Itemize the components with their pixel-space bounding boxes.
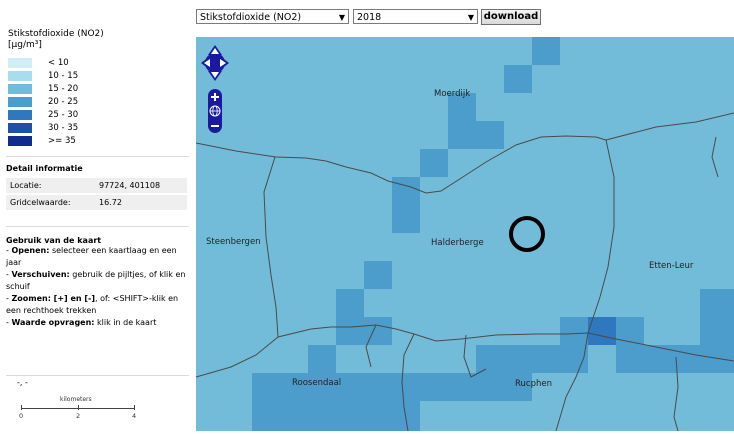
- selected-location-marker: [509, 216, 545, 252]
- minus-icon: [211, 125, 219, 127]
- grid-cell: [364, 261, 392, 289]
- grid-cell: [392, 373, 476, 401]
- legend-item: 30 - 35: [8, 123, 188, 133]
- legend-label: < 10: [48, 58, 69, 68]
- grid-cell: [308, 345, 336, 373]
- scale-tick: [134, 405, 135, 410]
- help-item: - Zoomen: [+] en [-], of: <SHIFT>-klik e…: [6, 294, 179, 315]
- place-etten-leur: Etten-Leur: [649, 261, 694, 271]
- scale-label-0: 0: [19, 412, 24, 420]
- chevron-down-icon: ▼: [467, 13, 474, 22]
- scale-caption: kilometers: [60, 396, 92, 403]
- zoom-out-button[interactable]: [211, 125, 219, 127]
- grid-cell: [336, 317, 392, 345]
- grid-cell: [420, 149, 448, 177]
- legend-swatch: [8, 123, 32, 133]
- legend-label: 10 - 15: [48, 71, 79, 81]
- divider: [6, 156, 189, 157]
- help-list: - Openen: selecteer een kaartlaag en een…: [6, 245, 189, 329]
- cursor-coordinates: -, -: [17, 378, 28, 387]
- chevron-down-icon: ▼: [338, 13, 345, 22]
- help-item: - Waarde opvragen: klik in de kaart: [6, 318, 157, 327]
- pollutant-select[interactable]: Stikstofdioxide (NO2) ▼: [196, 9, 349, 24]
- legend-item: >= 35: [8, 136, 188, 146]
- scale-label-4: 4: [132, 412, 137, 420]
- scale-label-2: 2: [76, 412, 81, 420]
- detail-row-location: Locatie: 97724, 401108: [6, 178, 187, 193]
- grid-value: 16.72: [95, 195, 187, 210]
- place-steenbergen: Steenbergen: [206, 237, 261, 247]
- legend-title-line1: Stikstofdioxide (NO2): [8, 29, 104, 39]
- grid-cell: [336, 289, 364, 317]
- legend-item: 10 - 15: [8, 71, 188, 81]
- grid-cell: [448, 121, 504, 149]
- grid-cell: [700, 289, 734, 345]
- map-navigation: [201, 45, 229, 133]
- grid-cell: [700, 345, 734, 373]
- grid-cell: [392, 205, 420, 233]
- divider: [6, 226, 189, 227]
- place-rucphen: Rucphen: [515, 379, 552, 389]
- legend-swatch: [8, 58, 32, 68]
- help-item: - Verschuiven: gebruik de pijltjes, of k…: [6, 270, 186, 291]
- legend-title: Stikstofdioxide (NO2) [µg/m³]: [8, 29, 104, 51]
- legend-item: 15 - 20: [8, 84, 188, 94]
- legend-label: >= 35: [48, 136, 76, 146]
- legend-swatch: [8, 110, 32, 120]
- boundary-line: [263, 156, 279, 338]
- place-halderberge: Halderberge: [431, 238, 484, 248]
- grid-cell: [392, 177, 420, 205]
- grid-cell: [476, 345, 560, 373]
- grid-cell: [504, 65, 532, 93]
- legend-label: 20 - 25: [48, 97, 79, 107]
- boundary-line: [605, 112, 734, 141]
- legend-label: 25 - 30: [48, 110, 79, 120]
- detail-heading: Detail informatie: [6, 164, 83, 173]
- legend-label: 15 - 20: [48, 84, 79, 94]
- help-item-term: Openen:: [11, 246, 50, 255]
- grid-label: Gridcelwaarde:: [6, 195, 95, 210]
- help-item: - Openen: selecteer een kaartlaag en een…: [6, 246, 177, 267]
- map-view[interactable]: Moerdijk Steenbergen Halderberge Etten-L…: [196, 37, 734, 431]
- scale-bar: kilometers 0 2 4: [18, 396, 138, 426]
- boundary-line: [196, 135, 607, 194]
- legend-label: 30 - 35: [48, 123, 79, 133]
- place-moerdijk: Moerdijk: [434, 89, 471, 99]
- year-select-value: 2018: [357, 12, 382, 23]
- location-value: 97724, 401108: [95, 178, 187, 193]
- place-roosendaal: Roosendaal: [292, 378, 342, 388]
- grid-cell: [252, 401, 392, 431]
- legend-swatch: [8, 97, 32, 107]
- scale-tick: [21, 405, 22, 410]
- download-button[interactable]: download: [481, 9, 541, 25]
- pan-control[interactable]: [201, 45, 229, 81]
- legend-item: 25 - 30: [8, 110, 188, 120]
- legend-swatch: [8, 84, 32, 94]
- grid-cell: [532, 37, 560, 65]
- help-item-term: Verschuiven:: [11, 270, 70, 279]
- year-select[interactable]: 2018 ▼: [353, 9, 478, 24]
- boundary-line: [711, 136, 719, 178]
- legend-item: < 10: [8, 58, 188, 68]
- divider: [6, 375, 189, 376]
- legend-swatch: [8, 71, 32, 81]
- detail-row-grid: Gridcelwaarde: 16.72: [6, 195, 187, 210]
- legend-unit: [µg/m³]: [8, 40, 42, 50]
- legend-item: 20 - 25: [8, 97, 188, 107]
- detail-table: Locatie: 97724, 401108 Gridcelwaarde: 16…: [6, 176, 187, 212]
- grid-cell: [616, 317, 644, 373]
- pollutant-select-value: Stikstofdioxide (NO2): [200, 12, 302, 23]
- grid-cell: [644, 345, 700, 373]
- help-item-text: klik in de kaart: [94, 318, 157, 327]
- legend-swatch: [8, 136, 32, 146]
- sidebar: Stikstofdioxide (NO2) [µg/m³] < 10 10 - 1…: [0, 0, 193, 434]
- boundary-line: [587, 139, 615, 334]
- help-item-term: Waarde opvragen:: [11, 318, 95, 327]
- scale-tick: [78, 405, 79, 410]
- help-item-term: Zoomen: [+] en [-]: [11, 294, 96, 303]
- grid-cell: [560, 317, 588, 373]
- location-label: Locatie:: [6, 178, 95, 193]
